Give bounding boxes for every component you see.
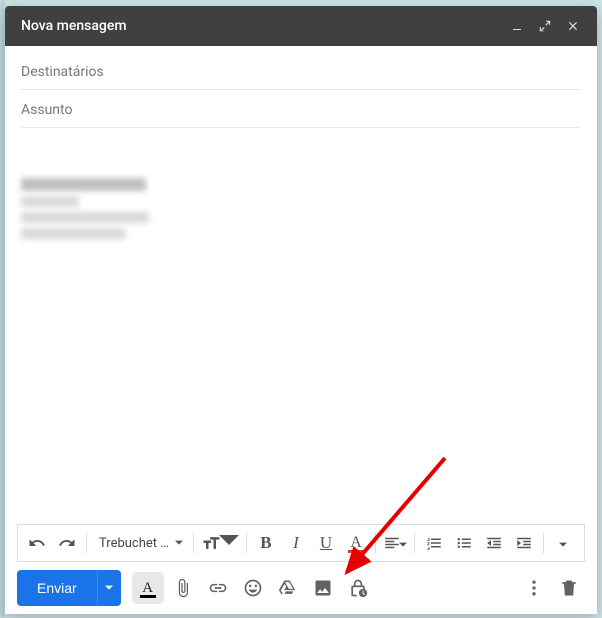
chevron-down-icon (105, 584, 113, 592)
more-options-button[interactable] (518, 572, 550, 604)
subject-input[interactable] (21, 102, 581, 118)
signature-line (21, 196, 79, 207)
signature-block (21, 178, 581, 239)
underline-icon: U (320, 533, 332, 553)
redo-icon (58, 534, 76, 552)
separator (193, 533, 194, 553)
text-format-icon: A (142, 580, 153, 597)
trash-icon (559, 578, 579, 598)
send-button-group: Enviar (17, 570, 121, 606)
insert-drive-button[interactable] (272, 572, 304, 604)
insert-emoji-button[interactable] (237, 572, 269, 604)
redo-button[interactable] (52, 528, 82, 558)
send-button[interactable]: Enviar (17, 570, 97, 606)
signature-line (21, 178, 146, 191)
align-select[interactable] (380, 528, 410, 558)
close-button[interactable] (563, 16, 583, 36)
paperclip-icon (173, 578, 193, 598)
chevron-down-icon (399, 534, 407, 553)
chevron-down-icon (175, 536, 183, 551)
more-vert-icon (524, 578, 544, 598)
bullet-list-icon (455, 534, 473, 552)
confidential-mode-button[interactable] (342, 572, 374, 604)
underline-button[interactable]: U (311, 528, 341, 558)
separator (86, 533, 87, 553)
italic-icon: I (293, 533, 299, 553)
insert-photo-button[interactable] (307, 572, 339, 604)
compose-window: Nova mensagem (5, 6, 597, 614)
chevron-down-icon (219, 531, 239, 555)
header-fields (5, 46, 597, 128)
indent-decrease-icon (485, 534, 503, 552)
attach-file-button[interactable] (167, 572, 199, 604)
bullet-list-button[interactable] (449, 528, 479, 558)
emoji-icon (243, 578, 263, 598)
indent-more-button[interactable] (509, 528, 539, 558)
undo-icon (28, 534, 46, 552)
compose-header: Nova mensagem (5, 6, 597, 46)
minimize-button[interactable] (507, 16, 527, 36)
bold-icon: B (260, 533, 271, 553)
chevron-down-icon (559, 534, 567, 553)
toggle-formatting-button[interactable]: A (132, 572, 164, 604)
italic-button[interactable]: I (281, 528, 311, 558)
bold-button[interactable]: B (251, 528, 281, 558)
close-icon (566, 19, 580, 33)
separator (414, 533, 415, 553)
text-color-button[interactable]: A (341, 528, 371, 558)
lock-clock-icon (348, 578, 368, 598)
undo-button[interactable] (22, 528, 52, 558)
color-bar (348, 550, 364, 553)
image-icon (313, 578, 333, 598)
numbered-list-icon (425, 534, 443, 552)
separator (375, 533, 376, 553)
recipients-row[interactable] (21, 52, 581, 90)
font-family-select[interactable]: Trebuchet … (91, 528, 189, 558)
drive-icon (278, 578, 298, 598)
separator (543, 533, 544, 553)
message-body[interactable] (5, 128, 597, 524)
signature-line (21, 228, 126, 239)
separator (246, 533, 247, 553)
header-controls (507, 16, 583, 36)
expand-icon (538, 19, 552, 33)
more-formatting-button[interactable] (548, 528, 578, 558)
bottom-toolbar: Enviar A (5, 562, 597, 614)
font-size-select[interactable] (198, 528, 242, 558)
signature-line (21, 212, 149, 223)
discard-draft-button[interactable] (553, 572, 585, 604)
compose-title: Nova mensagem (21, 18, 507, 34)
font-size-icon (201, 533, 221, 553)
numbered-list-button[interactable] (419, 528, 449, 558)
minimize-icon (511, 20, 523, 32)
recipients-input[interactable] (21, 64, 581, 80)
indent-increase-icon (515, 534, 533, 552)
insert-link-button[interactable] (202, 572, 234, 604)
indent-less-button[interactable] (479, 528, 509, 558)
subject-row[interactable] (21, 90, 581, 128)
link-icon (208, 578, 228, 598)
font-family-label: Trebuchet … (99, 536, 169, 551)
formatting-toolbar: Trebuchet … B I U A (17, 524, 585, 562)
fullscreen-button[interactable] (535, 16, 555, 36)
send-options-button[interactable] (97, 570, 121, 606)
